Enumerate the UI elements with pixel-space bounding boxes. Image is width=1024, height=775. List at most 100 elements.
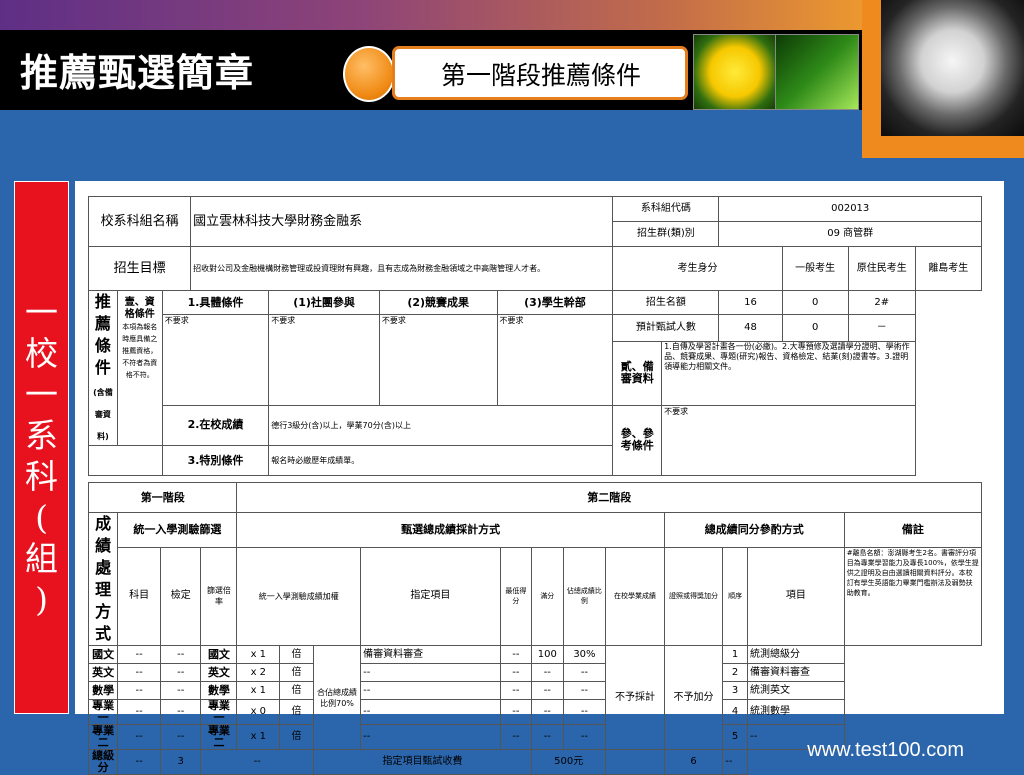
tie-order: 1	[722, 645, 748, 664]
calc-item: --	[360, 724, 501, 750]
ref-text: 不要求	[661, 404, 916, 477]
tie-order-6: 6	[663, 749, 724, 775]
remark-text: #離島名額：澎湖縣考生2名。書審評分項目為專業學習能力及專長100%，依學生提供…	[843, 546, 983, 647]
subject-screen: --	[159, 663, 202, 682]
subject-screen: --	[159, 699, 202, 725]
goal-label: 招生目標	[87, 246, 192, 291]
tie-item: 備審資料審查	[746, 663, 845, 682]
total-weight: --	[200, 749, 314, 775]
calc-item: --	[360, 699, 501, 725]
goal-text: 招收對公司及金融機構財務管理或投資理財有興趣，且有志成為財務金融領域之中高階管理…	[190, 246, 614, 291]
tie-order: 2	[722, 663, 748, 682]
cadre-req: 不要求	[496, 314, 614, 406]
calc-title: 甄選總成績採計方式	[236, 512, 665, 548]
review-full: 100	[531, 645, 564, 664]
score-label: 成績處理方式	[87, 512, 119, 646]
tie-item: 統測總級分	[746, 645, 845, 664]
calc-min: --	[499, 663, 533, 682]
expected-island: －	[847, 313, 916, 343]
calc-min: --	[499, 681, 533, 700]
col-bonus: 證照或得獎加分	[663, 546, 724, 647]
exam-ratio: 合佔總成績比例70%	[312, 645, 362, 750]
yellow-flower-image	[693, 34, 777, 110]
cadre-label: (3)學生幹部	[496, 290, 614, 315]
calc-min: --	[499, 724, 533, 750]
weight-unit: 倍	[279, 681, 314, 700]
group-value: 09 商管群	[718, 221, 982, 247]
fee-value: 500元	[531, 749, 607, 775]
bonus-count: 不予加分	[663, 645, 724, 750]
club-label: (1)社團參與	[268, 290, 380, 315]
col-screen: 篩選倍率	[200, 546, 238, 647]
subject-check: --	[117, 645, 161, 664]
admission-form-bottom: 第一階段 第二階段 成績處理方式 統一入學測驗篩選 甄選總成績採計方式 總成績同…	[87, 482, 983, 775]
subject-name: 國文	[87, 645, 119, 664]
subject-screen: --	[159, 645, 202, 664]
col-check: 檢定	[159, 546, 202, 647]
weight-unit: 倍	[279, 645, 314, 664]
special-label: 3.特別條件	[161, 445, 270, 476]
col-item: 指定項目	[360, 546, 501, 647]
expected-label: 預計甄試人數	[612, 313, 720, 343]
ref-label: 參、參考條件	[612, 404, 663, 477]
subject-check: --	[117, 681, 161, 700]
dandelion-image	[881, 0, 1024, 136]
weight-unit: 倍	[279, 663, 314, 682]
col-tie-item: 項目	[746, 546, 845, 647]
expected-general: 48	[718, 313, 783, 343]
calc-ratio: --	[562, 699, 607, 725]
quota-general: 16	[718, 290, 783, 315]
calc-ratio: --	[562, 663, 607, 682]
weight-unit: 倍	[279, 699, 314, 725]
tie-item-6: --	[722, 749, 748, 775]
calc-ratio: --	[562, 724, 607, 750]
identity-general: 一般考生	[781, 246, 849, 291]
weight-multiplier: x 2	[236, 663, 281, 682]
quota-label: 招生名額	[612, 290, 720, 315]
subject-check: --	[117, 663, 161, 682]
weight-subject: 數學	[200, 681, 238, 700]
weight-subject: 英文	[200, 663, 238, 682]
col-full: 滿分	[531, 546, 564, 647]
subject-screen: --	[159, 724, 202, 750]
footer-url: www.test100.com	[807, 739, 964, 761]
total-school	[605, 749, 665, 775]
calc-full: --	[531, 699, 564, 725]
calc-item: --	[360, 663, 501, 682]
stage1-label: 第一階段	[87, 482, 238, 513]
col-order: 順序	[722, 546, 748, 647]
identity-aboriginal: 原住民考生	[847, 246, 916, 291]
contest-label: (2)競賽成果	[378, 290, 498, 315]
identity-island: 離島考生	[914, 246, 983, 291]
review-ratio: 30%	[562, 645, 607, 664]
orange-orb-decoration	[343, 46, 395, 102]
total-screen: 3	[159, 749, 202, 775]
review-min: --	[499, 645, 533, 664]
col-ratio: 佔總成績比例	[562, 546, 607, 647]
recommend-label: 推薦條件 (含備審資料)	[88, 290, 118, 446]
weight-multiplier: x 1	[236, 724, 281, 750]
weight-unit: 倍	[279, 724, 314, 750]
subject-check: --	[117, 724, 161, 750]
specific-req: 不要求	[161, 314, 270, 406]
total-label: 總級分	[87, 749, 119, 775]
dept-name: 國立雲林科技大學財務金融系	[190, 196, 614, 247]
weight-multiplier: x 1	[236, 681, 281, 700]
code-value: 002013	[718, 196, 982, 222]
stage2-label: 第二階段	[236, 482, 982, 513]
tie-order: 3	[722, 681, 748, 700]
weight-subject: 專業一	[200, 699, 238, 725]
docs-text: 1.自傳及學習計畫各一份(必繳)。2.大專預修及選讀學分證明、學術作品、競賽成果…	[661, 341, 916, 406]
tie-order: 5	[722, 724, 748, 750]
side-vertical-text: 一校一系科(組)	[25, 293, 58, 619]
code-label: 系科組代碼	[612, 196, 720, 222]
col-weight: 統一入學測驗成績加權	[236, 546, 362, 647]
school-count: 不予採計	[605, 645, 665, 750]
weight-multiplier: x 1	[236, 645, 281, 664]
expected-aboriginal: 0	[781, 313, 849, 343]
slide-subtitle: 第一階段推薦條件	[440, 61, 641, 90]
fee-label: 指定項目甄試收費	[312, 749, 533, 775]
tie-item: 統測數學	[746, 699, 845, 725]
subject-name: 英文	[87, 663, 119, 682]
subject-name: 數學	[87, 681, 119, 700]
